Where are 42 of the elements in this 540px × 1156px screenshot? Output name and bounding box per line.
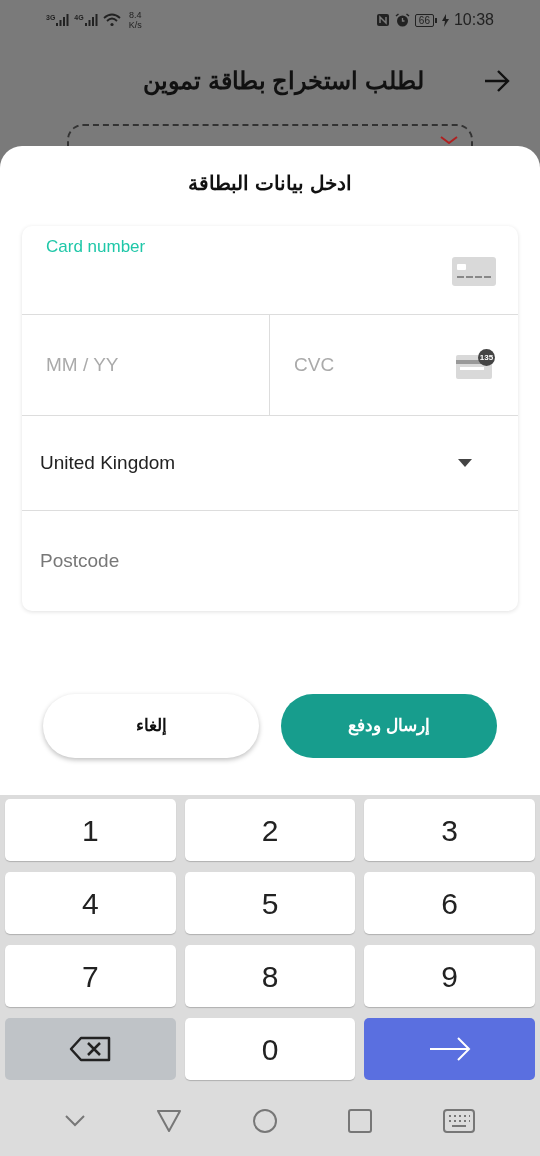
arrow-icon[interactable] (484, 70, 510, 92)
placeholder-text: Postcode (40, 548, 120, 573)
home-icon[interactable] (251, 1107, 278, 1134)
placeholder-text: CVC (294, 352, 335, 377)
signal-icon (84, 14, 99, 26)
digit-key[interactable]: 6 (364, 872, 535, 934)
postcode-field[interactable]: Postcode (22, 511, 518, 611)
speed-unit: K/s (128, 20, 142, 30)
digit-key[interactable]: 0 (184, 1018, 356, 1080)
cvc-field[interactable]: CVC 135 (270, 315, 518, 415)
dialog-title: ادخل بيانات البطاقة (188, 171, 352, 196)
digit-key[interactable]: 9 (364, 945, 535, 1007)
placeholder-text: MM / YY (46, 352, 119, 377)
keyboard-icon[interactable] (442, 1108, 475, 1133)
digit-key[interactable]: 4 (5, 872, 176, 934)
page-title: لطلب استخراج بطاقة تموين (143, 66, 424, 98)
backspace-icon (69, 1036, 112, 1062)
battery-level: 66 (414, 13, 434, 27)
network-speed: 8.4 (128, 10, 142, 20)
signal-icon (56, 14, 71, 26)
clock: 10:38 (453, 10, 494, 30)
chevron-icon (440, 136, 458, 144)
nfc-icon (375, 13, 390, 27)
charging-icon (441, 13, 449, 27)
digit-key[interactable]: 3 (364, 799, 535, 861)
arrow-icon (428, 1037, 471, 1061)
back-icon[interactable] (155, 1108, 182, 1133)
dropdown-icon (458, 459, 472, 467)
digit-key[interactable]: 1 (5, 799, 176, 861)
field-label: Card number (46, 236, 146, 258)
digit-key[interactable]: 7 (5, 945, 176, 1007)
alarm-icon (394, 12, 410, 28)
credit-card-icon (452, 257, 496, 286)
cancel-button[interactable]: إلغاء (43, 694, 259, 758)
digit-key[interactable]: 2 (184, 799, 356, 861)
recents-icon[interactable] (348, 1108, 373, 1133)
digit-key[interactable]: 5 (184, 872, 356, 934)
chevron-down-icon[interactable] (65, 1114, 86, 1127)
backspace-key[interactable] (5, 1018, 176, 1080)
country-dropdown[interactable]: United Kingdom (22, 416, 518, 511)
digit-key[interactable]: 8 (184, 945, 356, 1007)
wifi-icon (102, 13, 121, 27)
